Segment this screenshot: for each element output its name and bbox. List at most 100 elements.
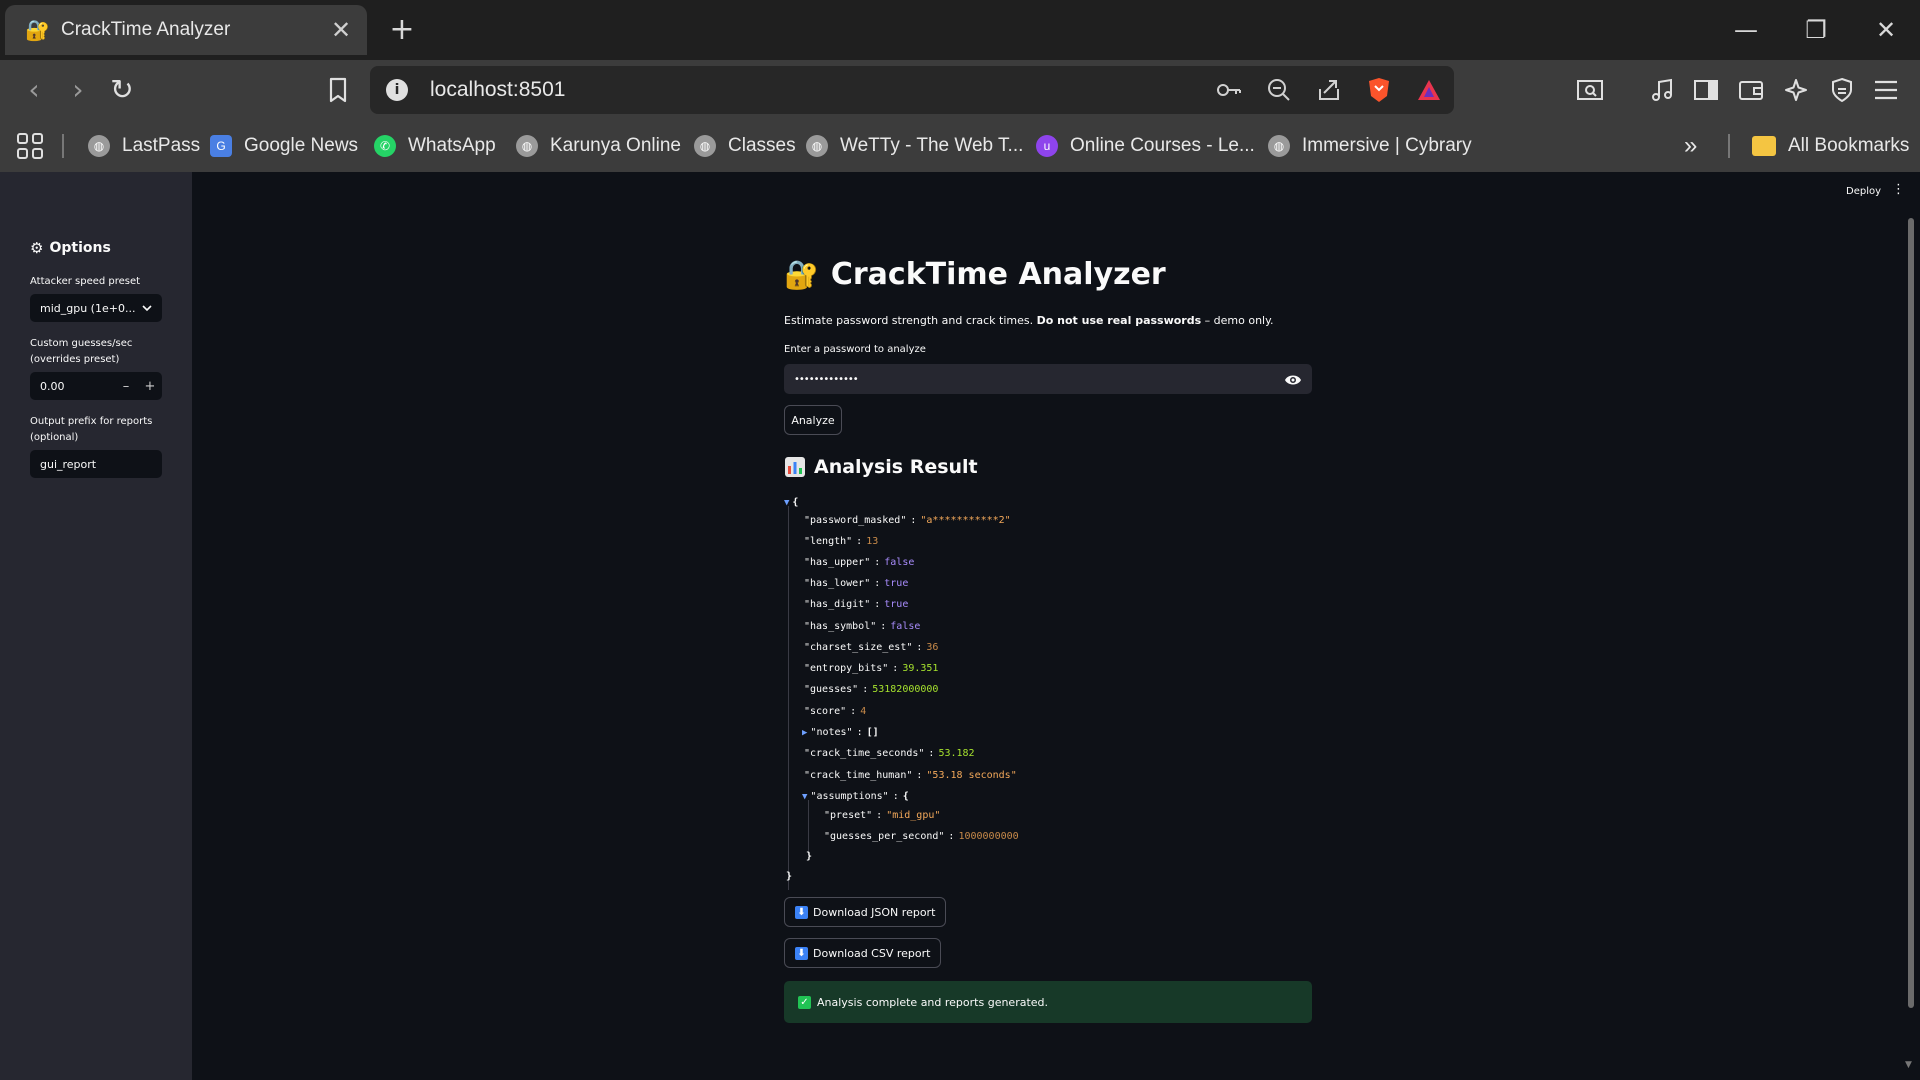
json-root-open[interactable]: ▼{ [784, 494, 798, 512]
deploy-button[interactable]: Deploy [1846, 186, 1881, 197]
caret-down-icon[interactable]: ▼ [802, 792, 807, 802]
lock-key-icon: 🔐 [784, 258, 819, 291]
bookmark-whatsapp[interactable]: ✆ WhatsApp [374, 128, 496, 164]
json-root-close: } [786, 871, 793, 882]
forward-button[interactable]: › [58, 70, 98, 110]
brave-rewards-icon[interactable] [1404, 66, 1454, 114]
globe-icon: ◍ [88, 135, 110, 157]
vpn-shield-icon[interactable] [1822, 70, 1862, 110]
bookmark-google-news[interactable]: G Google News [210, 128, 358, 164]
json-row-preset: "preset": "mid_gpu" [824, 810, 941, 821]
json-row-guesses-per-second: "guesses_per_second":1000000000 [824, 831, 1019, 842]
more-bookmarks-chevron-icon[interactable]: » [1684, 128, 1697, 164]
caret-down-icon[interactable]: ▼ [784, 498, 789, 508]
custom-guesses-stepper[interactable]: 0.00 – + [30, 372, 162, 400]
bookmark-karunya-online[interactable]: ◍ Karunya Online [516, 128, 681, 164]
download-json-button[interactable]: ⬇ Download JSON report [784, 897, 947, 927]
show-password-eye-icon[interactable] [1284, 372, 1302, 386]
browser-tabstrip: 🔐 CrackTime Analyzer ✕ + — ❐ ✕ [0, 0, 1920, 60]
password-masked-value: ••••••••••••• [794, 373, 859, 385]
json-row-password-masked: "password_masked": "a***********2" [804, 515, 1011, 526]
bookmark-immersive-cybrary[interactable]: ◍ Immersive | Cybrary [1268, 128, 1472, 164]
lock-favicon-icon: 🔐 [25, 18, 50, 42]
increment-button[interactable]: + [138, 379, 162, 394]
page-title: 🔐 CrackTime Analyzer [784, 257, 1166, 292]
output-prefix-input[interactable]: gui_report [30, 450, 162, 478]
json-row-crack-time-seconds: "crack_time_seconds":53.182 [804, 748, 975, 759]
json-assumptions-close: } [806, 851, 813, 862]
json-row-assumptions[interactable]: ▼ "assumptions":{ [802, 788, 909, 806]
back-button[interactable]: ‹ [14, 70, 54, 110]
apps-grid-icon[interactable] [16, 132, 44, 160]
wallet-icon[interactable] [1731, 70, 1771, 110]
url-text[interactable]: localhost:8501 [430, 78, 1204, 102]
custom-guesses-label: Custom guesses/sec (overrides preset) [30, 338, 133, 365]
share-icon[interactable] [1304, 66, 1354, 114]
bookmark-online-courses[interactable]: u Online Courses - Le... [1036, 128, 1255, 164]
reload-button[interactable]: ↻ [102, 70, 142, 110]
browser-tab-active[interactable]: 🔐 CrackTime Analyzer ✕ [5, 5, 367, 55]
globe-icon: ◍ [1268, 135, 1290, 157]
scroll-down-arrow-icon[interactable]: ▼ [1905, 1060, 1912, 1070]
output-prefix-label: Output prefix for reports (optional) [30, 416, 153, 443]
media-music-icon[interactable] [1642, 70, 1682, 110]
globe-icon: ◍ [806, 135, 828, 157]
bookmark-separator [62, 134, 64, 158]
app-menu-icon[interactable]: ⋮ [1892, 182, 1905, 197]
password-key-icon[interactable] [1204, 66, 1254, 114]
window-close-button[interactable]: ✕ [1856, 10, 1916, 50]
leo-ai-icon[interactable] [1776, 70, 1816, 110]
json-row-score: "score":4 [804, 706, 867, 717]
password-label: Enter a password to analyze [784, 344, 926, 355]
chevron-down-icon [142, 302, 152, 315]
bookmark-lastpass[interactable]: ◍ LastPass [88, 128, 200, 164]
bookmark-wetty[interactable]: ◍ WeTTy - The Web T... [806, 128, 1023, 164]
folder-icon [1752, 136, 1776, 156]
json-row-length: "length":13 [804, 536, 879, 547]
browser-menu-icon[interactable] [1866, 70, 1906, 110]
json-row-charset-size-est: "charset_size_est":36 [804, 642, 939, 653]
json-row-notes[interactable]: ▶ "notes":[] [802, 724, 879, 742]
success-alert: ✓ Analysis complete and reports generate… [784, 981, 1312, 1023]
all-bookmarks-button[interactable]: All Bookmarks [1752, 128, 1909, 164]
attacker-preset-select[interactable]: mid_gpu (1e+0... [30, 294, 162, 322]
download-arrow-icon: ⬇ [795, 946, 808, 960]
restore-button[interactable]: ❐ [1786, 10, 1846, 50]
json-row-crack-time-human: "crack_time_human": "53.18 seconds" [804, 770, 1017, 781]
caret-right-icon[interactable]: ▶ [802, 728, 807, 738]
udemy-icon: u [1036, 135, 1058, 157]
bookmarks-bar: ◍ LastPass G Google News ✆ WhatsApp ◍ Karuny… [0, 120, 1920, 172]
app-sidebar: ⚙ Options Attacker speed preset mid_gpu … [0, 172, 192, 1080]
gear-icon: ⚙ [30, 239, 44, 257]
decrement-button[interactable]: – [114, 379, 138, 394]
bookmark-page-icon[interactable] [318, 70, 358, 110]
minimize-button[interactable]: — [1716, 10, 1776, 50]
main-scrollbar[interactable] [1908, 218, 1914, 1008]
preset-label: Attacker speed preset [30, 276, 141, 287]
json-row-guesses: "guesses":53182000000 [804, 684, 939, 695]
tab-close-icon[interactable]: ✕ [329, 16, 353, 44]
address-bar[interactable]: i localhost:8501 [370, 66, 1454, 114]
check-icon: ✓ [798, 995, 811, 1009]
whatsapp-icon: ✆ [374, 135, 396, 157]
custom-guesses-input[interactable]: 0.00 [30, 380, 114, 393]
brave-shields-icon[interactable] [1354, 66, 1404, 114]
site-info-icon[interactable]: i [386, 79, 408, 101]
password-input[interactable]: ••••••••••••• [784, 364, 1312, 394]
google-news-icon: G [210, 135, 232, 157]
analysis-result-heading: Analysis Result [784, 456, 978, 478]
new-tab-button[interactable]: + [384, 10, 420, 50]
download-csv-button[interactable]: ⬇ Download CSV report [784, 938, 942, 968]
analyze-button[interactable]: Analyze [784, 405, 842, 435]
json-row-entropy-bits: "entropy_bits":39.351 [804, 663, 939, 674]
bookmark-classes[interactable]: ◍ Classes [694, 128, 796, 164]
globe-icon: ◍ [694, 135, 716, 157]
json-row-has-symbol: "has_symbol": false [804, 621, 921, 632]
zoom-out-icon[interactable] [1254, 66, 1304, 114]
bookmark-separator [1728, 134, 1730, 158]
tab-search-icon[interactable] [1570, 70, 1610, 110]
preset-selected-value: mid_gpu (1e+0... [40, 301, 136, 315]
sidebar-title: ⚙ Options [30, 239, 111, 257]
bar-chart-icon [784, 456, 806, 478]
sidebar-toggle-icon[interactable] [1686, 70, 1726, 110]
